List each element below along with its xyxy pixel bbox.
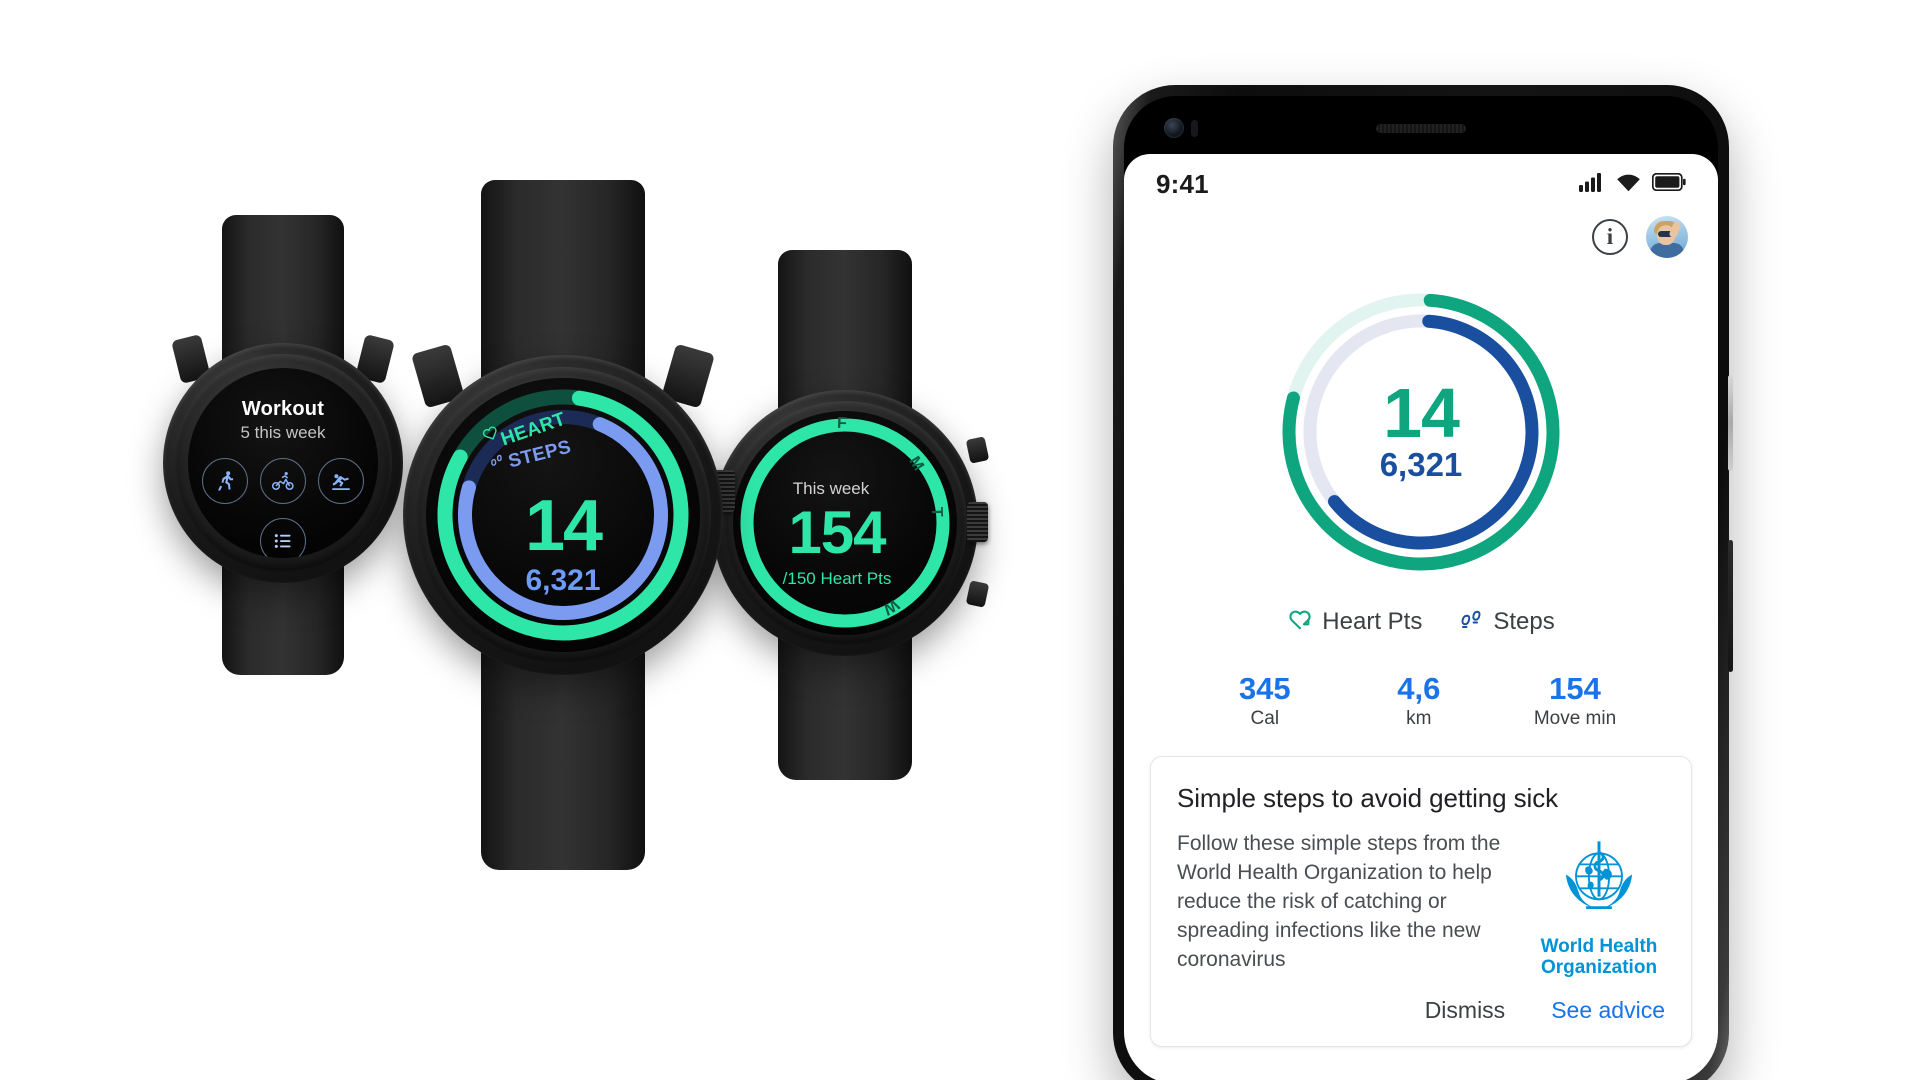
proximity-sensor-icon xyxy=(1191,120,1198,137)
status-icon-group xyxy=(1579,172,1686,197)
watch-right-screen[interactable]: F M T W This week 154 /150 Heart Pts xyxy=(733,411,957,635)
avatar-body xyxy=(1650,243,1684,258)
phone-power-button[interactable] xyxy=(1728,375,1733,471)
smartwatch-group: Workout 5 this week HEART STEPS 14 6,321… xyxy=(0,0,1060,1080)
watch-right-value: 154 xyxy=(788,499,886,566)
watch-right-day-f: F xyxy=(836,414,848,433)
stat-calories-value: 345 xyxy=(1238,671,1291,706)
phone-device: 9:41 i 14 6,321 Heart Pts Steps 345 Cal … xyxy=(1113,85,1733,1080)
heart-points-value: 14 xyxy=(1383,373,1460,452)
watch-left-action-list[interactable] xyxy=(260,518,306,558)
who-advice-card: Simple steps to avoid getting sick Follo… xyxy=(1150,756,1692,1047)
phone-screen: 9:41 i 14 6,321 Heart Pts Steps 345 Cal … xyxy=(1124,154,1718,1080)
dismiss-button[interactable]: Dismiss xyxy=(1425,997,1506,1024)
screenshot-stage: Workout 5 this week HEART STEPS 14 6,321… xyxy=(0,0,1920,1080)
stat-calories[interactable]: 345 Cal xyxy=(1226,671,1304,730)
list-icon xyxy=(271,529,295,553)
watch-center-steps-value: 6,321 xyxy=(525,564,601,597)
legend-item-steps[interactable]: Steps xyxy=(1458,606,1555,637)
cellular-signal-icon xyxy=(1579,172,1605,197)
watch-center-case: HEART STEPS 14 6,321 xyxy=(403,355,723,675)
stat-move-min-value: 154 xyxy=(1549,671,1601,706)
who-logo-icon xyxy=(1553,834,1645,931)
watch-right-crown[interactable] xyxy=(967,502,988,542)
watch-center: HEART STEPS 14 6,321 xyxy=(398,180,735,870)
card-description: Follow these simple steps from the World… xyxy=(1177,832,1501,971)
info-icon[interactable]: i xyxy=(1592,219,1628,255)
battery-icon xyxy=(1651,172,1686,196)
front-camera-icon xyxy=(1164,118,1184,138)
card-title: Simple steps to avoid getting sick xyxy=(1177,783,1559,813)
wifi-icon xyxy=(1616,172,1641,197)
stat-distance-label: km xyxy=(1406,708,1432,730)
activity-rings[interactable]: 14 6,321 xyxy=(1271,282,1571,582)
watch-center-strap-bottom xyxy=(481,650,645,870)
running-icon xyxy=(213,469,237,493)
watch-left-action-cycling[interactable] xyxy=(260,458,306,504)
status-bar: 9:41 xyxy=(1124,154,1718,214)
stat-move-min-label: Move min xyxy=(1533,708,1617,730)
watch-left-action-rowing[interactable] xyxy=(318,458,364,504)
who-logo-name-line1: World Health xyxy=(1540,936,1658,957)
watch-right: F M T W This week 154 /150 Heart Pts xyxy=(710,250,990,780)
rowing-icon xyxy=(329,469,353,493)
watch-left-case: Workout 5 this week xyxy=(163,343,403,583)
watch-left-action-running[interactable] xyxy=(202,458,248,504)
header-actions: i xyxy=(1592,216,1688,258)
watch-right-goal: /150 Heart Pts xyxy=(782,569,892,588)
legend-label-heart-pts: Heart Pts xyxy=(1322,607,1423,635)
watch-left-action-row2 xyxy=(188,518,378,558)
legend-item-heart-pts[interactable]: Heart Pts xyxy=(1287,606,1422,637)
watch-right-pusher-top[interactable] xyxy=(965,436,990,464)
rings-legend: Heart Pts Steps xyxy=(1124,606,1718,637)
watch-right-period: This week xyxy=(792,479,870,498)
phone-bezel: 9:41 i 14 6,321 Heart Pts Steps 345 Cal … xyxy=(1124,96,1718,1080)
watch-center-screen[interactable]: HEART STEPS 14 6,321 xyxy=(426,378,700,652)
steps-icon xyxy=(1458,606,1484,637)
see-advice-button[interactable]: See advice xyxy=(1551,997,1665,1024)
earpiece-speaker-icon xyxy=(1376,124,1466,133)
watch-left-bezel: Workout 5 this week xyxy=(174,354,392,572)
watch-left: Workout 5 this week xyxy=(160,215,406,675)
legend-label-steps: Steps xyxy=(1493,607,1555,635)
heart-pts-icon xyxy=(1287,606,1313,637)
stat-move-min[interactable]: 154 Move min xyxy=(1533,671,1617,730)
status-clock: 9:41 xyxy=(1156,168,1209,199)
avatar[interactable] xyxy=(1646,216,1688,258)
watch-left-title: Workout xyxy=(241,398,325,420)
who-logo-name-line2: Organization xyxy=(1540,957,1658,979)
watch-right-bezel: F M T W This week 154 /150 Heart Pts xyxy=(723,401,967,645)
watch-center-heart-value: 14 xyxy=(524,486,603,566)
stat-distance[interactable]: 4,6 km xyxy=(1380,671,1458,730)
card-body: Follow these simple steps from the World… xyxy=(1177,830,1665,979)
watch-right-pusher-bottom[interactable] xyxy=(965,580,990,608)
watch-left-subtitle: 5 this week xyxy=(240,423,326,442)
stat-distance-value: 4,6 xyxy=(1397,671,1441,706)
who-logo-block: World Health Organization xyxy=(1533,830,1665,979)
watch-center-bezel: HEART STEPS 14 6,321 xyxy=(415,367,711,663)
watch-left-screen[interactable]: Workout 5 this week xyxy=(188,368,378,558)
cycling-icon xyxy=(271,469,295,493)
watch-left-action-row xyxy=(188,458,378,504)
watch-right-case: F M T W This week 154 /150 Heart Pts xyxy=(712,390,990,656)
stats-row: 345 Cal 4,6 km 154 Move min xyxy=(1124,671,1718,730)
steps-value: 6,321 xyxy=(1379,446,1463,484)
stat-calories-label: Cal xyxy=(1250,708,1280,730)
phone-volume-button[interactable] xyxy=(1728,540,1733,672)
activity-rings-center: 14 6,321 xyxy=(1271,282,1571,582)
card-actions: Dismiss See advice xyxy=(1177,997,1665,1034)
